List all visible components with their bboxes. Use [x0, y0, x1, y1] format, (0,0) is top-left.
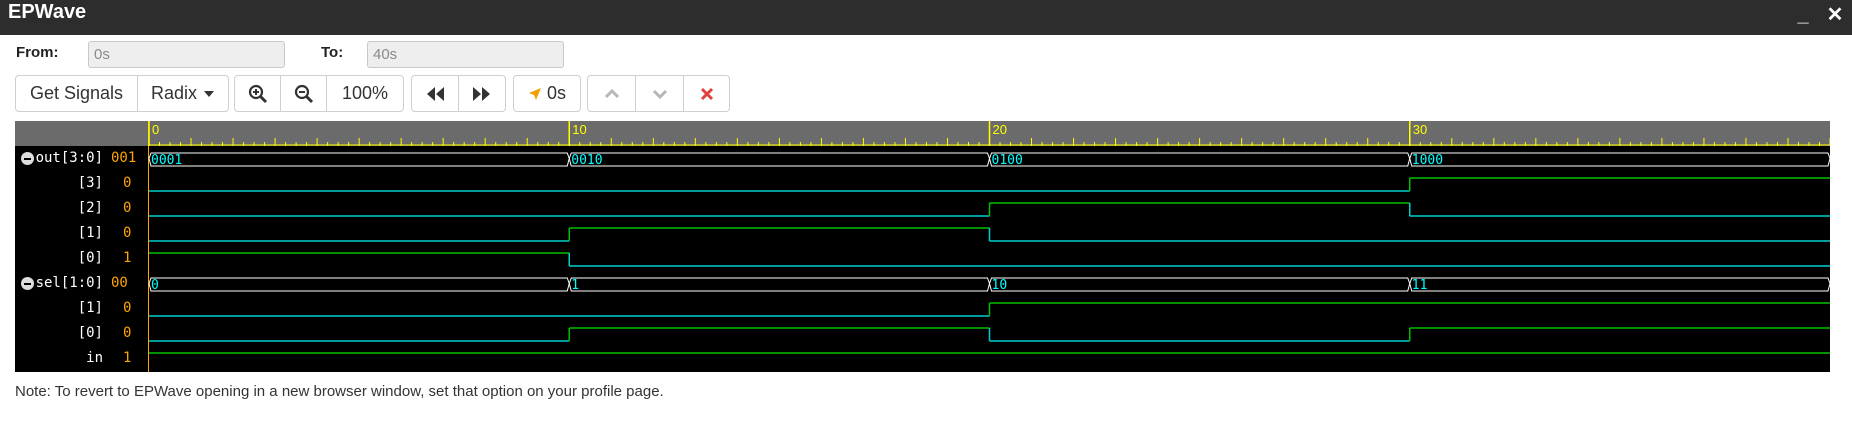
bus-value-label: 1: [571, 278, 579, 293]
bus-segment[interactable]: [568, 152, 991, 167]
chevron-up-icon: [604, 88, 619, 98]
signal-value: 1: [123, 250, 132, 266]
zoom-out-icon: [294, 84, 313, 103]
ruler-label: 10: [572, 122, 586, 137]
bus-segment[interactable]: [1409, 152, 1830, 167]
bus-value-label: 0: [151, 278, 159, 293]
signal-value: 1: [123, 350, 132, 366]
signal-name[interactable]: [0]: [15, 250, 103, 266]
get-signals-button[interactable]: Get Signals: [16, 76, 138, 111]
signal-value: 001: [111, 150, 137, 166]
signal-name[interactable]: [3]: [15, 175, 103, 191]
bus-segment[interactable]: [148, 277, 570, 292]
bus-segment[interactable]: [988, 152, 1411, 167]
ruler-label: 30: [1413, 122, 1427, 137]
cursor-time-button[interactable]: 0s: [514, 76, 580, 111]
navigation-button-group: [411, 75, 506, 112]
collapse-icon[interactable]: [21, 152, 34, 165]
move-down-button[interactable]: [636, 76, 684, 111]
bus-value-label: 0100: [992, 153, 1023, 168]
signal-name[interactable]: [0]: [15, 325, 103, 341]
bus-value-label: 10: [992, 278, 1008, 293]
to-input[interactable]: [367, 41, 564, 68]
close-icon: [700, 87, 713, 100]
radix-button[interactable]: Radix: [138, 76, 228, 111]
zoom-in-button[interactable]: [235, 76, 281, 111]
forward-icon: [473, 86, 490, 101]
caret-down-icon: [204, 90, 215, 97]
ruler-label: 0: [152, 122, 159, 137]
to-label: To:: [321, 44, 344, 61]
signal-order-group: [587, 75, 730, 112]
bus-segment[interactable]: [148, 152, 570, 167]
close-window-button[interactable]: ✕: [1822, 0, 1848, 30]
next-transition-button[interactable]: [459, 76, 505, 111]
bus-segment[interactable]: [568, 277, 991, 292]
backward-icon: [427, 86, 444, 101]
signal-name[interactable]: [2]: [15, 200, 103, 216]
from-label: From:: [16, 44, 59, 61]
signal-name[interactable]: [1]: [15, 300, 103, 316]
bus-value-label: 1000: [1412, 153, 1443, 168]
app-title: EPWave: [8, 1, 87, 23]
waveform-canvas[interactable]: 0 10 20 300001 0010 0100 10000 1 10 11: [15, 121, 1830, 372]
bus-value-label: 0010: [571, 153, 602, 168]
bus-value-label: 0001: [151, 153, 182, 168]
previous-transition-button[interactable]: [412, 76, 459, 111]
signal-name[interactable]: in: [15, 350, 103, 366]
radix-label: Radix: [150, 83, 198, 103]
zoom-button-group: 100%: [234, 75, 404, 112]
signal-value: 0: [123, 175, 132, 191]
cursor-time-group: 0s: [513, 75, 581, 112]
signal-value: 00: [111, 275, 128, 291]
zoom-in-icon: [248, 84, 267, 103]
bus-value-label: 11: [1412, 278, 1428, 293]
collapse-icon[interactable]: [21, 277, 34, 290]
minimize-button[interactable]: _: [1790, 0, 1816, 30]
signal-value: 0: [123, 300, 132, 316]
signal-value: 0: [123, 200, 132, 216]
zoom-out-button[interactable]: [281, 76, 327, 111]
location-arrow-icon: [528, 87, 541, 100]
waveform-panel[interactable]: 0 10 20 30 0001 0010 0100 1000 0 1 10 11 out[3:0] 00…: [15, 121, 1830, 372]
signal-value: 0: [123, 325, 132, 341]
cursor-time-label: 0s: [546, 83, 566, 103]
signal-name[interactable]: [1]: [15, 225, 103, 241]
ruler-label: 20: [993, 122, 1007, 137]
bus-segment[interactable]: [1409, 277, 1830, 292]
signal-value: 0: [123, 225, 132, 241]
remove-signal-button[interactable]: [684, 76, 729, 111]
signals-button-group: Get Signals Radix: [15, 75, 229, 112]
move-up-button[interactable]: [588, 76, 636, 111]
profile-note: Note: To revert to EPWave opening in a n…: [15, 383, 664, 400]
bus-segment[interactable]: [988, 277, 1411, 292]
chevron-down-icon: [652, 89, 667, 99]
zoom-level-button[interactable]: 100%: [327, 76, 403, 111]
title-bar: EPWave _ ✕: [0, 0, 1852, 35]
from-input[interactable]: [88, 41, 285, 68]
